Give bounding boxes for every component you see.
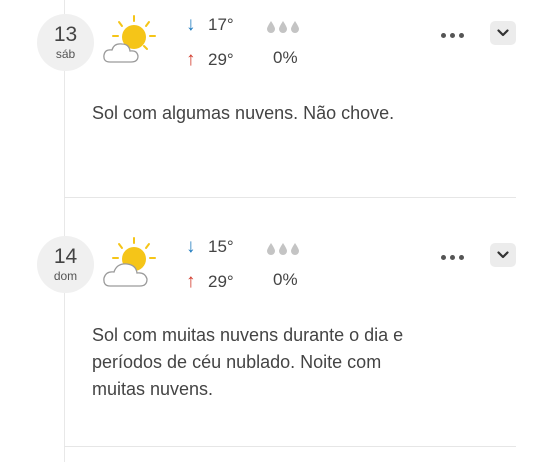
date-badge: 13 sáb <box>37 14 94 71</box>
arrow-up-icon: ↑ <box>186 271 196 292</box>
temp-min: 17° <box>208 15 234 34</box>
arrow-down-icon: ↓ <box>186 236 196 257</box>
temp-max: 29° <box>208 272 234 291</box>
expand-button[interactable] <box>490 21 516 45</box>
temp-min-row: ↓ 15° <box>186 236 234 258</box>
temp-max: 29° <box>208 50 234 69</box>
sun-with-cloud-icon <box>103 15 156 63</box>
chevron-down-icon <box>497 251 509 259</box>
weekday-label: dom <box>53 269 78 283</box>
dot <box>440 32 446 38</box>
day-number: 13 <box>53 23 78 46</box>
dot <box>449 254 455 260</box>
sun-with-cloud-icon <box>103 237 156 287</box>
dot <box>458 32 464 38</box>
weekday-label: sáb <box>55 47 76 61</box>
expand-button[interactable] <box>490 243 516 267</box>
rain-probability: 0% <box>273 270 298 289</box>
more-options-button[interactable] <box>432 22 472 48</box>
date-badge: 14 dom <box>37 236 94 293</box>
temp-min: 15° <box>208 237 234 256</box>
rain-drops-icon <box>267 21 299 33</box>
divider <box>64 197 516 198</box>
day-number: 14 <box>53 245 78 268</box>
dot <box>440 254 446 260</box>
temp-max-row: ↑ 29° <box>186 49 234 71</box>
more-options-button[interactable] <box>432 244 472 270</box>
dot <box>449 32 455 38</box>
arrow-down-icon: ↓ <box>186 14 196 35</box>
rain-probability: 0% <box>273 48 298 67</box>
divider <box>64 446 516 447</box>
temp-max-row: ↑ 29° <box>186 271 234 293</box>
forecast-description: Sol com algumas nuvens. Não chove. <box>92 103 395 123</box>
forecast-description: Sol com muitas nuvens durante o dia e pe… <box>92 325 404 399</box>
chevron-down-icon <box>497 29 509 37</box>
arrow-up-icon: ↑ <box>186 49 196 70</box>
temp-min-row: ↓ 17° <box>186 14 234 36</box>
dot <box>458 254 464 260</box>
forecast-list: 13 sáb ↓ 17° ↑ 29° 0% Sol com algumas nu… <box>0 0 534 462</box>
rain-drops-icon <box>267 243 299 255</box>
